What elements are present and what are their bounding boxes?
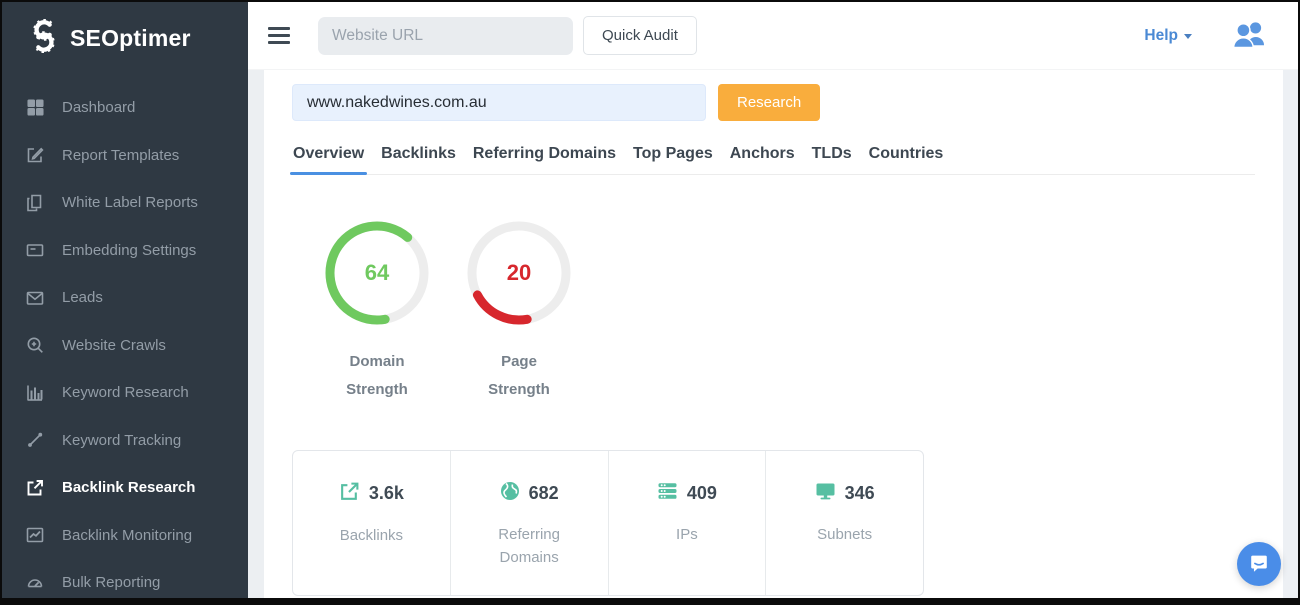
report-templates-icon — [25, 146, 45, 164]
domain-strength-label: Domain Strength — [306, 348, 448, 404]
sidebar-item-label: Report Templates — [62, 147, 179, 164]
topbar-right: Help — [1144, 20, 1280, 51]
sidebar-item-label: Dashboard — [62, 99, 135, 116]
stat-backlinks: 3.6k Backlinks — [293, 451, 451, 596]
topbar: Quick Audit Help — [248, 2, 1298, 70]
sidebar: SEOptimer Dashboard Report Templa — [2, 2, 248, 598]
quick-audit-button[interactable]: Quick Audit — [583, 16, 697, 55]
topbar-website-url-input[interactable] — [318, 17, 573, 55]
subnets-count: 346 — [845, 483, 875, 504]
keyword-research-icon — [25, 384, 45, 402]
domain-strength-gauge: 64 Domain Strength — [306, 220, 448, 404]
tab-anchors[interactable]: Anchors — [729, 145, 796, 174]
logo-text: SEOptimer — [70, 25, 191, 52]
embedding-settings-icon — [25, 241, 45, 259]
sidebar-item-backlink-monitoring[interactable]: Backlink Monitoring — [2, 512, 248, 560]
page-strength-label: Page Strength — [448, 348, 590, 404]
referring-domains-count: 682 — [529, 483, 559, 504]
help-menu[interactable]: Help — [1144, 27, 1192, 45]
sidebar-item-label: Keyword Tracking — [62, 432, 181, 449]
globe-icon — [500, 481, 520, 506]
chat-launcher-button[interactable] — [1237, 542, 1281, 586]
sidebar-item-dashboard[interactable]: Dashboard — [2, 84, 248, 132]
backlink-research-page: Research Overview Backlinks Referring Do… — [264, 70, 1298, 598]
ips-count: 409 — [687, 483, 717, 504]
stat-subnets: 346 Subnets — [766, 451, 923, 596]
chat-bubble-icon — [1248, 552, 1270, 577]
tab-countries[interactable]: Countries — [868, 145, 945, 174]
research-bar: Research — [292, 84, 1255, 121]
backlinks-label: Backlinks — [316, 524, 426, 547]
hamburger-icon — [268, 27, 290, 30]
sidebar-item-bulk-reporting[interactable]: Bulk Reporting — [2, 559, 248, 598]
sidebar-item-label: Website Crawls — [62, 337, 166, 354]
strength-gauges: 64 Domain Strength — [292, 220, 1255, 404]
external-link-icon — [339, 481, 360, 507]
main-area: Quick Audit Help — [248, 2, 1298, 598]
sidebar-item-label: Embedding Settings — [62, 242, 196, 259]
domain-strength-value: 64 — [324, 220, 430, 326]
sidebar-item-label: Keyword Research — [62, 384, 189, 401]
page-strength-value: 20 — [466, 220, 572, 326]
logo[interactable]: SEOptimer — [2, 2, 248, 58]
sidebar-item-label: White Label Reports — [62, 194, 198, 211]
stat-referring-domains: 682 Referring Domains — [451, 451, 609, 596]
sidebar-item-leads[interactable]: Leads — [2, 274, 248, 322]
backlink-stats-card: 3.6k Backlinks — [292, 450, 924, 597]
backlink-monitoring-icon — [25, 526, 45, 544]
tab-bar: Overview Backlinks Referring Domains Top… — [292, 145, 1255, 175]
research-button[interactable]: Research — [718, 84, 820, 121]
seoptimer-gear-icon — [28, 19, 60, 58]
referring-domains-label: Referring Domains — [474, 523, 584, 570]
tab-top-pages[interactable]: Top Pages — [632, 145, 714, 174]
page-strength-gauge: 20 Page Strength — [448, 220, 590, 404]
keyword-tracking-icon — [25, 431, 45, 449]
sidebar-item-embedding-settings[interactable]: Embedding Settings — [2, 227, 248, 275]
sidebar-item-label: Backlink Monitoring — [62, 527, 192, 544]
scrollbar-track[interactable] — [1283, 70, 1298, 598]
ips-label: IPs — [632, 523, 742, 546]
backlinks-count: 3.6k — [369, 483, 404, 504]
left-gutter — [248, 70, 264, 598]
dashboard-icon — [25, 99, 45, 116]
white-label-reports-icon — [25, 194, 45, 212]
app-window: SEOptimer Dashboard Report Templa — [0, 0, 1300, 605]
stat-ips: 409 IPs — [609, 451, 767, 596]
chevron-down-icon — [1184, 34, 1192, 39]
sidebar-item-report-templates[interactable]: Report Templates — [2, 132, 248, 180]
sidebar-item-label: Bulk Reporting — [62, 574, 160, 591]
tab-backlinks[interactable]: Backlinks — [380, 145, 457, 174]
content-row: Research Overview Backlinks Referring Do… — [248, 70, 1298, 598]
bulk-reporting-icon — [25, 574, 45, 592]
help-label: Help — [1144, 27, 1178, 45]
sidebar-nav: Dashboard Report Templates White Label R… — [2, 84, 248, 598]
sidebar-item-label: Backlink Research — [62, 479, 195, 496]
sidebar-item-keyword-research[interactable]: Keyword Research — [2, 369, 248, 417]
menu-toggle-button[interactable] — [262, 17, 296, 54]
research-url-input[interactable] — [292, 84, 706, 121]
server-icon — [657, 481, 678, 506]
monitor-icon — [815, 481, 836, 506]
sidebar-item-keyword-tracking[interactable]: Keyword Tracking — [2, 417, 248, 465]
website-crawls-icon — [25, 336, 45, 354]
sidebar-item-website-crawls[interactable]: Website Crawls — [2, 322, 248, 370]
users-icon — [1232, 36, 1266, 51]
tab-referring-domains[interactable]: Referring Domains — [472, 145, 617, 174]
tab-tlds[interactable]: TLDs — [811, 145, 853, 174]
backlink-research-icon — [25, 479, 45, 497]
account-avatar-button[interactable] — [1232, 20, 1266, 51]
sidebar-item-label: Leads — [62, 289, 103, 306]
leads-icon — [25, 289, 45, 307]
tab-overview[interactable]: Overview — [292, 145, 365, 174]
sidebar-item-white-label-reports[interactable]: White Label Reports — [2, 179, 248, 227]
subnets-label: Subnets — [790, 523, 900, 546]
sidebar-item-backlink-research[interactable]: Backlink Research — [2, 464, 248, 512]
